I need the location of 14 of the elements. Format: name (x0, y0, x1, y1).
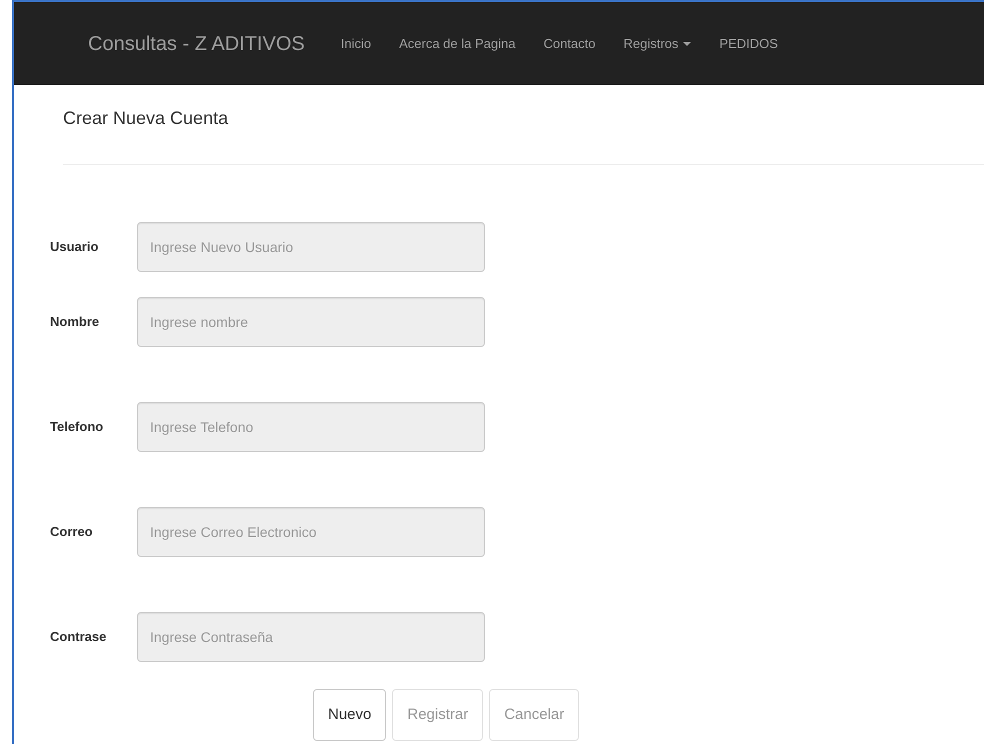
nav-link[interactable]: Acerca de la Pagina (385, 34, 530, 54)
dropdown-toggle-link[interactable]: Registros (610, 34, 706, 54)
nav-link[interactable]: PEDIDOS (705, 34, 792, 54)
nav-link[interactable]: Inicio (326, 34, 386, 54)
field-label: Usuario (50, 238, 100, 256)
page-title: Crear Nueva Cuenta (63, 107, 230, 130)
form-button[interactable]: Nuevo (313, 689, 386, 741)
field-label: Nombre (50, 313, 100, 332)
caret-icon (683, 42, 692, 46)
field-label: Contrase (50, 628, 108, 646)
field-label: Correo (50, 523, 94, 542)
nav-link[interactable]: Contacto (529, 34, 610, 54)
field-label: Telefono (50, 418, 104, 436)
brand-link[interactable]: Consultas - Z ADITIVOS (88, 28, 305, 58)
